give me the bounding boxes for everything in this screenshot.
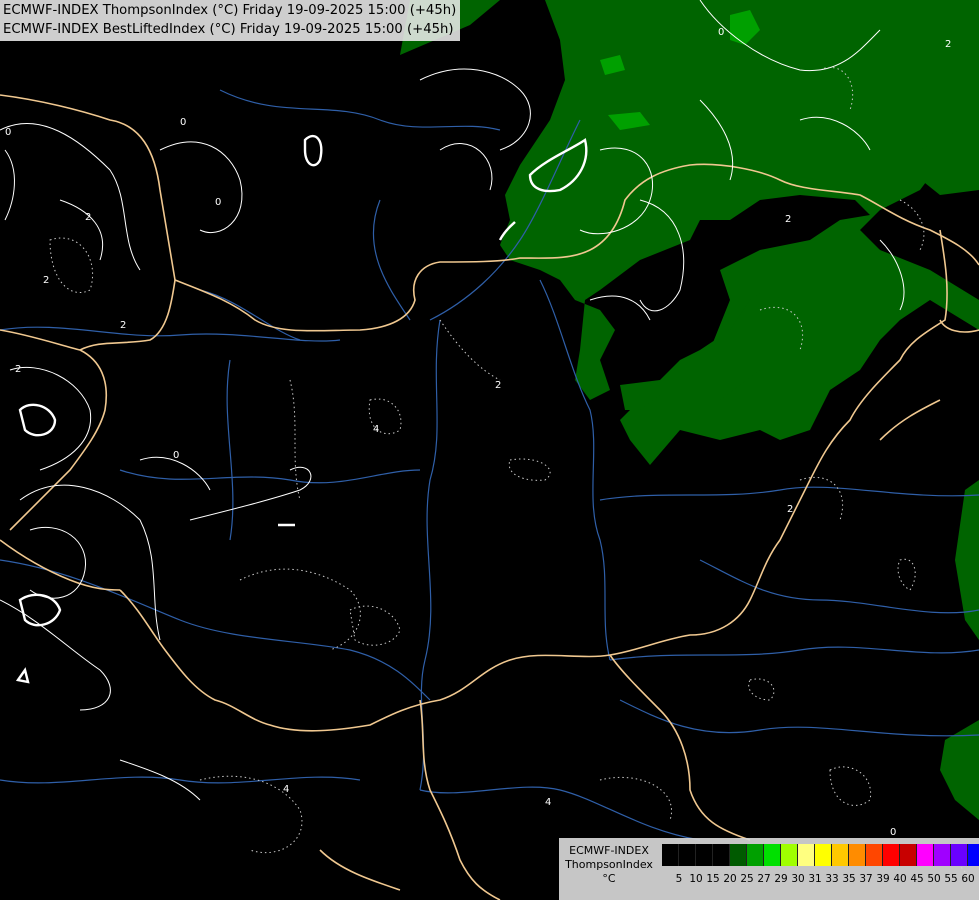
legend-swatch <box>849 844 866 866</box>
contour-label: 0 <box>215 197 221 208</box>
legend-title: ECMWF-INDEX ThompsonIndex °C <box>559 844 659 886</box>
contour-label: 2 <box>785 214 791 225</box>
map-title: ECMWF-INDEX ThompsonIndex (°C) Friday 19… <box>0 0 461 41</box>
legend-swatch <box>662 844 679 866</box>
legend-swatch <box>900 844 917 866</box>
contour-label: 0 <box>5 127 11 138</box>
title-line-best-lifted-index: ECMWF-INDEX BestLiftedIndex (°C) Friday … <box>3 22 454 37</box>
contour-label: 4 <box>545 797 551 808</box>
legend-swatch <box>968 844 979 866</box>
contour-label: 0 <box>173 450 179 461</box>
contour-label: 4 <box>373 424 379 435</box>
legend-swatch <box>934 844 951 866</box>
legend-swatch <box>747 844 764 866</box>
contour-label: 0 <box>890 827 896 838</box>
legend-swatch <box>815 844 832 866</box>
contour-label: 2 <box>495 380 501 391</box>
contour-label: 0 <box>718 27 724 38</box>
legend-swatch <box>781 844 798 866</box>
legend-parameter: ThompsonIndex <box>565 858 653 871</box>
legend-swatch <box>764 844 781 866</box>
legend-swatch <box>866 844 883 866</box>
legend-swatches <box>662 844 979 866</box>
legend-swatch <box>696 844 713 866</box>
legend-swatch <box>883 844 900 866</box>
contour-label: 2 <box>15 364 21 375</box>
legend-swatch <box>951 844 968 866</box>
legend-unit: °C <box>602 872 616 885</box>
legend-tick-label: 60 <box>961 873 975 885</box>
contour-label: 2 <box>945 39 951 50</box>
contour-label: 2 <box>120 320 126 331</box>
contour-label: 2 <box>787 504 793 515</box>
title-line-thompson-index: ECMWF-INDEX ThompsonIndex (°C) Friday 19… <box>3 3 457 18</box>
forecast-map: 0 0 0 2 2 2 2 4 2 0 2 4 2 4 2 0 0 <box>0 0 979 900</box>
legend-swatch <box>713 844 730 866</box>
legend-swatch <box>798 844 815 866</box>
legend-swatch <box>730 844 747 866</box>
contour-label: 2 <box>85 212 91 223</box>
legend-model: ECMWF-INDEX <box>569 844 649 857</box>
contour-label: 0 <box>180 117 186 128</box>
contour-label: 4 <box>283 784 289 795</box>
contour-label: 2 <box>43 275 49 286</box>
legend-swatch <box>679 844 696 866</box>
legend-swatch <box>917 844 934 866</box>
legend-swatch <box>832 844 849 866</box>
color-legend: ECMWF-INDEX ThompsonIndex °C 5 10 15 20 25 27… <box>559 838 979 900</box>
